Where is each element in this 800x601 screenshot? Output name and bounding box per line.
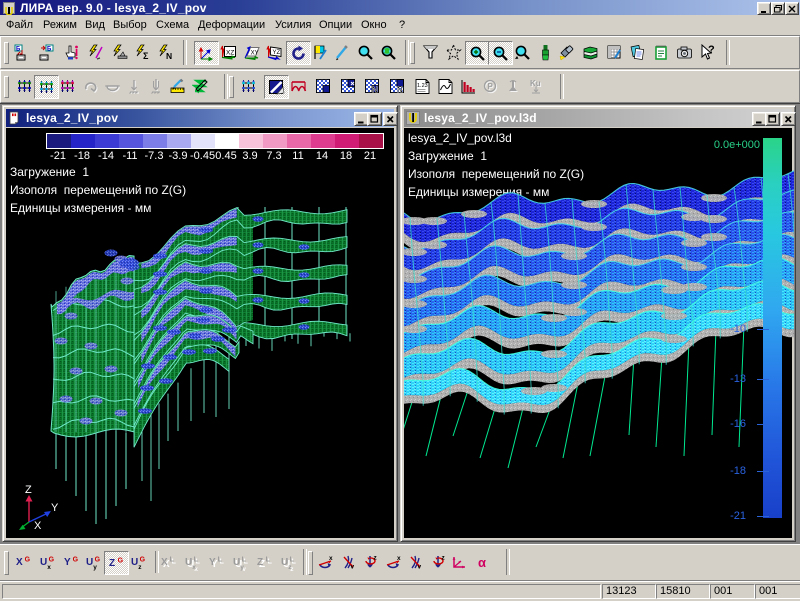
- svg-text:Y: Y: [209, 557, 216, 568]
- svg-text:G: G: [25, 556, 31, 563]
- svg-text:X: X: [161, 557, 168, 568]
- svg-text:XY: XY: [251, 50, 259, 56]
- svg-text:U: U: [281, 557, 288, 568]
- svg-text:1.23: 1.23: [417, 83, 428, 89]
- svg-text:x: x: [47, 564, 51, 571]
- svg-text:G: G: [118, 557, 124, 564]
- svg-text:U: U: [86, 557, 93, 568]
- svg-text:P: P: [488, 82, 494, 91]
- svg-text:X: X: [34, 520, 42, 532]
- svg-text:G: G: [95, 556, 101, 563]
- svg-text:N: N: [166, 51, 172, 61]
- svg-text:?: ?: [708, 44, 715, 56]
- svg-text:U: U: [131, 557, 138, 568]
- svg-text:X: X: [16, 557, 23, 568]
- svg-text:z: z: [442, 554, 446, 561]
- svg-text:Ku: Ku: [530, 79, 541, 88]
- svg-text:v: v: [418, 563, 422, 570]
- svg-text:z: z: [374, 554, 378, 561]
- svg-text:G: G: [73, 556, 79, 563]
- svg-text:N: N: [397, 85, 403, 94]
- svg-text:Z: Z: [257, 557, 263, 568]
- svg-text:x: x: [397, 555, 401, 562]
- svg-text:Б: Б: [16, 46, 21, 52]
- svg-text:y: y: [93, 564, 97, 571]
- svg-text:L: L: [218, 556, 223, 563]
- svg-text:L: L: [266, 556, 271, 563]
- svg-text:Y: Y: [64, 557, 71, 568]
- svg-text:G: G: [140, 556, 146, 563]
- svg-text:Z: Z: [109, 558, 115, 569]
- svg-text:YZ: YZ: [273, 50, 281, 56]
- svg-text:L: L: [170, 556, 175, 563]
- svg-text:U: U: [233, 557, 240, 568]
- svg-text:U: U: [40, 557, 47, 568]
- svg-text:v: v: [351, 563, 355, 570]
- svg-text:U: U: [185, 557, 192, 568]
- svg-text:Y: Y: [51, 502, 59, 514]
- svg-text:y: y: [240, 564, 244, 571]
- svg-text:L: L: [290, 556, 295, 563]
- svg-text:Z: Z: [25, 484, 32, 496]
- svg-text:z: z: [138, 564, 142, 571]
- svg-text:XZ: XZ: [226, 49, 234, 56]
- svg-text:Б: Б: [47, 46, 52, 52]
- svg-text:G: G: [49, 556, 55, 563]
- svg-text:Σ: Σ: [143, 51, 149, 61]
- svg-text:L: L: [242, 556, 247, 563]
- svg-text:x: x: [329, 555, 333, 562]
- svg-text:L: L: [194, 556, 199, 563]
- svg-text:x: x: [192, 564, 196, 571]
- svg-text:α: α: [478, 555, 486, 570]
- svg-text:N: N: [372, 85, 378, 94]
